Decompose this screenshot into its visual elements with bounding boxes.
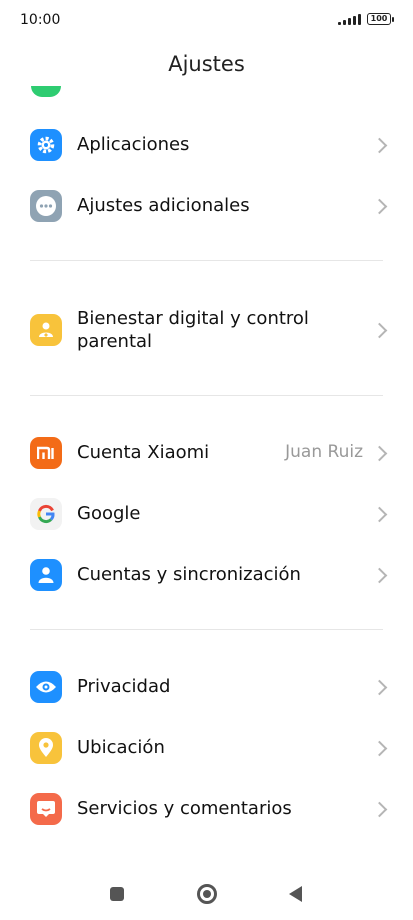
recents-button[interactable]: [110, 887, 124, 901]
google-logo-icon: [30, 498, 62, 530]
chevron-right-icon: [371, 506, 388, 523]
item-label: Bienestar digital y control parental: [77, 307, 309, 353]
item-label: Cuentas y sincronización: [77, 564, 301, 585]
settings-item-privacidad[interactable]: Privacidad: [0, 667, 413, 707]
settings-item-servicios-comentarios[interactable]: Servicios y comentarios: [0, 789, 413, 829]
item-label: Google: [77, 503, 141, 524]
settings-item-bienestar-digital[interactable]: Bienestar digital y control parental: [0, 305, 413, 355]
status-indicators: 100: [338, 13, 394, 25]
wellbeing-icon: [30, 314, 62, 346]
section-divider: [30, 260, 383, 261]
item-label: Privacidad: [77, 676, 171, 697]
chevron-right-icon: [371, 567, 388, 584]
chevron-right-icon: [371, 679, 388, 696]
item-label: Ubicación: [77, 737, 165, 758]
settings-item-aplicaciones[interactable]: Aplicaciones: [0, 125, 413, 165]
battery-icon: 100: [367, 13, 394, 25]
eye-icon: [30, 671, 62, 703]
feedback-icon: [30, 793, 62, 825]
chevron-right-icon: [371, 740, 388, 757]
item-label: Ajustes adicionales: [77, 195, 250, 216]
settings-item-google[interactable]: Google: [0, 494, 413, 534]
chevron-right-icon: [371, 137, 388, 154]
item-label-line1: Bienestar digital y control: [77, 308, 309, 329]
chevron-right-icon: [371, 322, 388, 339]
section-divider: [30, 629, 383, 630]
item-label: Aplicaciones: [77, 134, 190, 155]
navigation-bar: [0, 872, 413, 920]
back-button[interactable]: [289, 886, 302, 902]
chevron-right-icon: [371, 445, 388, 462]
item-label-line2: parental: [77, 331, 153, 352]
partially-scrolled-icon: [31, 86, 61, 97]
chevron-right-icon: [371, 198, 388, 215]
account-name-value: Juan Ruiz: [285, 442, 363, 462]
section-divider: [30, 395, 383, 396]
account-icon: [30, 559, 62, 591]
home-button[interactable]: [197, 884, 217, 904]
xiaomi-logo-icon: [30, 437, 62, 469]
signal-icon: [338, 13, 361, 25]
settings-item-ajustes-adicionales[interactable]: Ajustes adicionales: [0, 186, 413, 226]
settings-item-cuentas-sincronizacion[interactable]: Cuentas y sincronización: [0, 555, 413, 595]
gear-icon: [30, 129, 62, 161]
status-bar: 10:00 100: [0, 0, 413, 40]
settings-item-ubicacion[interactable]: Ubicación: [0, 728, 413, 768]
status-time: 10:00: [20, 12, 61, 28]
page-title: Ajustes: [168, 52, 245, 76]
item-label: Servicios y comentarios: [77, 798, 292, 819]
item-label: Cuenta Xiaomi: [77, 442, 210, 463]
settings-item-cuenta-xiaomi[interactable]: Cuenta Xiaomi Juan Ruiz: [0, 433, 413, 473]
chevron-right-icon: [371, 801, 388, 818]
more-dots-icon: [30, 190, 62, 222]
location-pin-icon: [30, 732, 62, 764]
